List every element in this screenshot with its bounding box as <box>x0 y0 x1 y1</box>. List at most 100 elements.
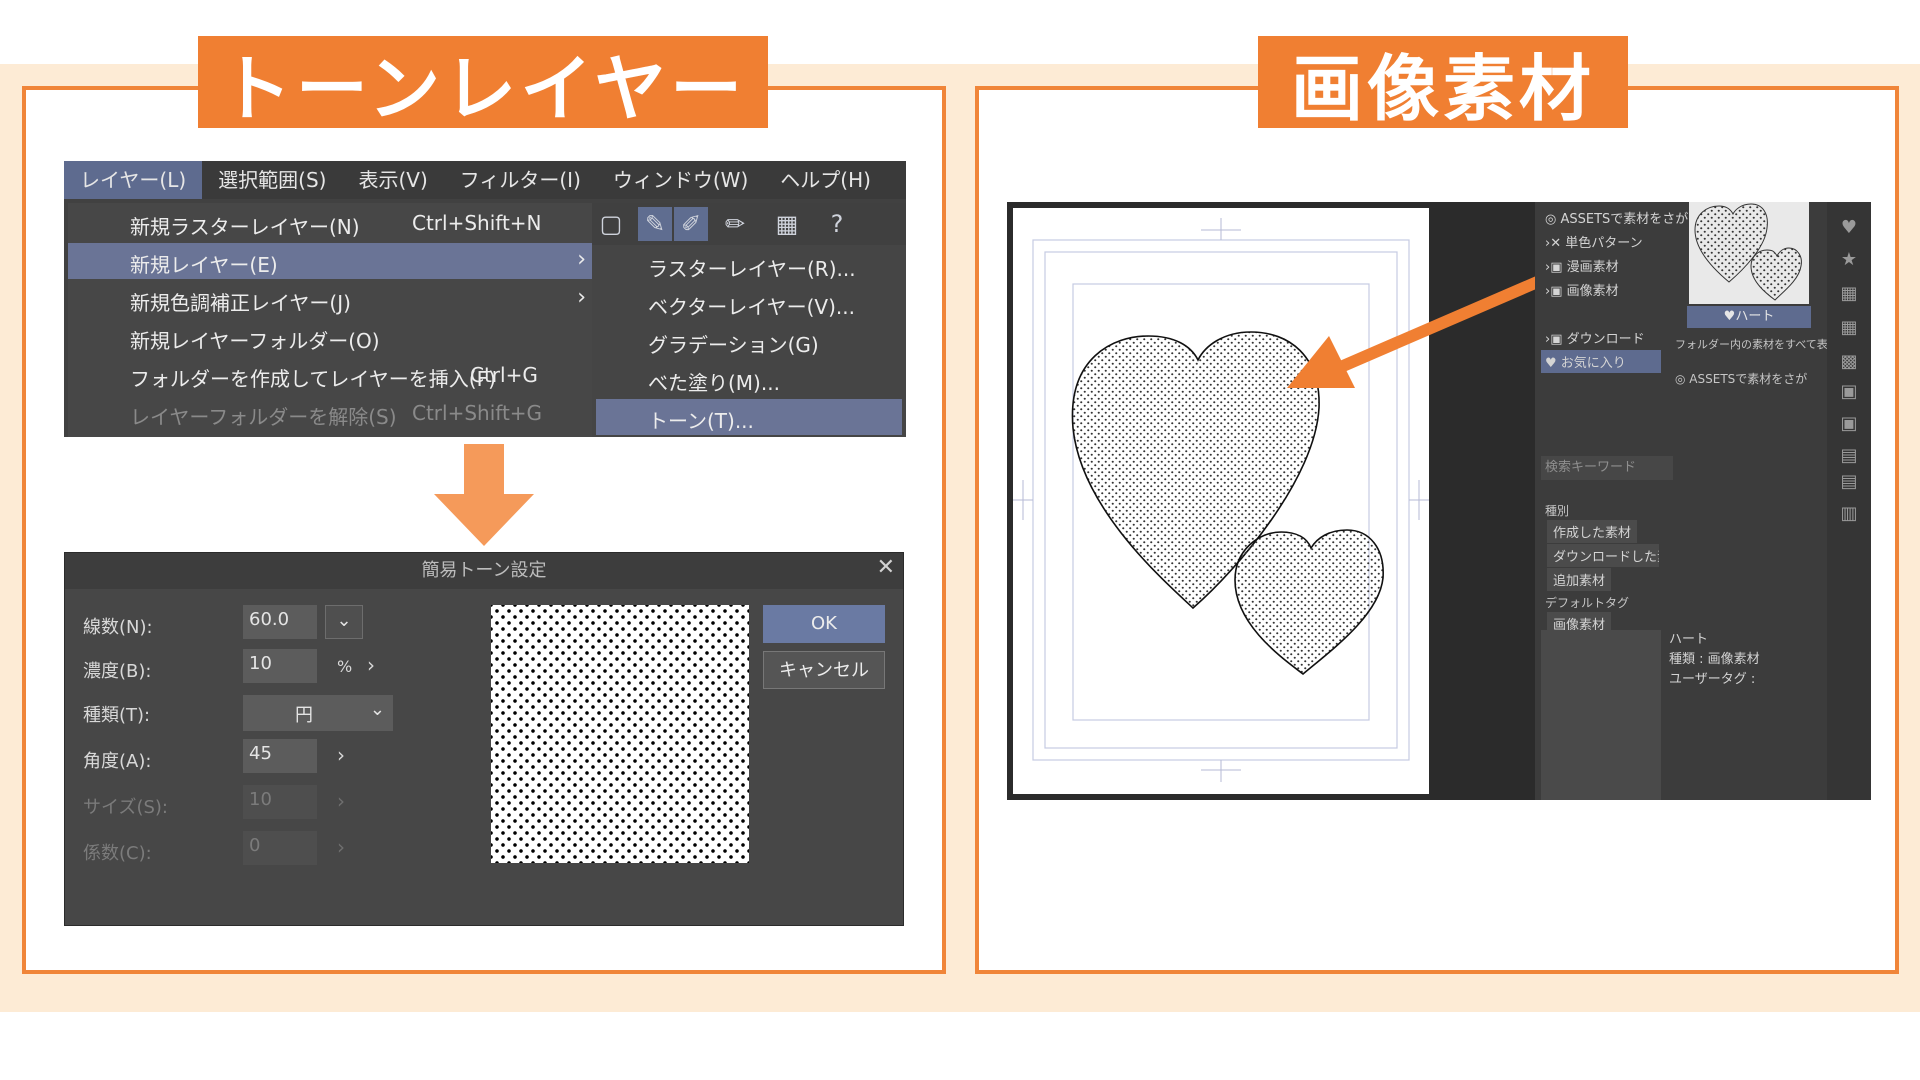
label-line-count: 線数(N): <box>83 617 153 638</box>
folder-icon: ›▣ <box>1545 284 1567 299</box>
default-tag-heading: デフォルトタグ <box>1545 596 1630 610</box>
close-icon[interactable]: ✕ <box>877 555 895 580</box>
chevron-right-icon: › <box>337 789 345 813</box>
dialog-title: 簡易トーン設定 <box>65 553 903 589</box>
folder-icon: ›▣ <box>1545 332 1567 347</box>
submenu-item-fill[interactable]: べた塗り(M)... <box>596 361 902 397</box>
menu-item-release-folder[interactable]: レイヤーフォルダーを解除(S) Ctrl+Shift+G <box>68 395 592 431</box>
detail-name: ハート <box>1669 632 1709 647</box>
menu-item-label: レイヤーフォルダーを解除(S) <box>130 405 397 429</box>
tree-item-label: 漫画素材 <box>1566 260 1619 275</box>
assets-icon: ◎ <box>1545 212 1561 227</box>
submenu-item-label: トーン(T)... <box>648 409 754 433</box>
assets-icon: ◎ <box>1675 372 1690 386</box>
layer-dropdown: 新規ラスターレイヤー(N) Ctrl+Shift+N 新規レイヤー(E) › 新… <box>68 203 592 437</box>
image-icon[interactable]: ▣ <box>1835 410 1863 438</box>
folder-icon[interactable]: ▤ <box>1835 442 1863 470</box>
heart-thumbnail-image <box>1694 203 1802 301</box>
menu-item-new-raster-layer[interactable]: 新規ラスターレイヤー(N) Ctrl+Shift+N <box>68 205 592 241</box>
tablet-icon[interactable]: ▦ <box>770 207 804 241</box>
menu-item-shortcut: Ctrl+Shift+N <box>412 211 542 235</box>
menu-filter[interactable]: フィルター(I) <box>444 161 597 199</box>
menu-item-shortcut: Ctrl+Shift+G <box>412 401 543 425</box>
favorite-icon[interactable]: ♥ <box>1835 214 1863 242</box>
tree-item-mono-pattern[interactable]: ›✕ 単色パターン <box>1545 232 1643 251</box>
kind-tag-downloaded[interactable]: ダウンロードした素材 <box>1547 544 1659 567</box>
tree-item-download[interactable]: ›▣ ダウンロード <box>1545 328 1645 347</box>
tree-item-image[interactable]: ›▣ 画像素材 <box>1545 280 1619 299</box>
grid-icon[interactable]: ▦ <box>1835 314 1863 342</box>
type-select[interactable]: 円 ⌄ <box>243 695 393 731</box>
menu-view[interactable]: 表示(V) <box>342 161 443 199</box>
tree-item-manga[interactable]: ›▣ 漫画素材 <box>1545 256 1619 275</box>
list-icon[interactable]: ▥ <box>1835 500 1863 528</box>
brush-icon[interactable]: ✐ <box>674 207 708 241</box>
tree-item-assets[interactable]: ◎ ASSETSで素材をさが <box>1545 208 1688 227</box>
folder-note: フォルダー内の素材をすべて表 <box>1675 338 1828 351</box>
layer-menu-screenshot: レイヤー(L) 選択範囲(S) 表示(V) フィルター(I) ウィンドウ(W) … <box>64 161 906 437</box>
down-arrow-icon <box>434 444 534 546</box>
heart-thumbnail[interactable] <box>1689 202 1809 304</box>
folder-icon[interactable]: ▤ <box>1835 468 1863 496</box>
submenu-item-label: グラデーション(G) <box>648 333 819 357</box>
chevron-right-icon[interactable]: › <box>337 743 345 767</box>
pattern-icon[interactable]: ▩ <box>1835 348 1863 376</box>
tree-item-label: お気に入り <box>1560 356 1626 371</box>
tool-strip: ▢ ✎ ✐ ✏ ▦ ? <box>592 203 906 245</box>
detail-user-tag: ユーザータグ : <box>1669 672 1756 687</box>
submenu-item-raster[interactable]: ラスターレイヤー(R)... <box>596 247 902 283</box>
menu-item-new-layer[interactable]: 新規レイヤー(E) › <box>68 243 592 279</box>
menu-selection[interactable]: 選択範囲(S) <box>202 161 342 199</box>
pointer-arrow-icon <box>1287 264 1571 388</box>
tree-item-favorites[interactable]: ♥ お気に入り <box>1541 350 1661 373</box>
cancel-button[interactable]: キャンセル <box>763 651 885 689</box>
label-coefficient: 係数(C): <box>83 843 152 864</box>
chevron-down-icon[interactable]: ⌄ <box>325 605 363 639</box>
grid-icon[interactable]: ▦ <box>1835 280 1863 308</box>
menu-item-label: 新規ラスターレイヤー(N) <box>130 215 360 239</box>
tree-item-label: 画像素材 <box>1566 284 1619 299</box>
menu-item-shortcut: Ctrl+G <box>470 363 538 387</box>
kind-tag-added[interactable]: 追加素材 <box>1547 568 1612 591</box>
type-select-value: 円 <box>295 705 313 726</box>
assets-link[interactable]: ◎ ASSETSで素材をさが <box>1675 370 1807 387</box>
density-field[interactable]: 10 <box>243 649 317 683</box>
submenu-item-gradient[interactable]: グラデーション(G) <box>596 323 902 359</box>
thumbnail-label: ♥ハート <box>1687 306 1811 328</box>
image-icon[interactable]: ▣ <box>1835 378 1863 406</box>
heart-icon: ♥ <box>1545 356 1561 371</box>
star-icon[interactable]: ★ <box>1835 246 1863 274</box>
left-panel-title: トーンレイヤー <box>198 36 768 131</box>
coefficient-field[interactable]: 0 <box>243 831 317 865</box>
kind-tag-created[interactable]: 作成した素材 <box>1547 520 1638 543</box>
chevron-right-icon[interactable]: › <box>367 653 375 677</box>
label-type: 種類(T): <box>83 705 151 726</box>
submenu-item-tone[interactable]: トーン(T)... <box>596 399 902 435</box>
search-input[interactable]: 検索キーワード <box>1541 456 1673 480</box>
line-count-field[interactable]: 60.0 <box>243 605 317 639</box>
ok-button[interactable]: OK <box>763 605 885 643</box>
chevron-right-icon: › <box>577 247 586 272</box>
help-icon[interactable]: ? <box>820 207 854 241</box>
layer-icon[interactable]: ▢ <box>594 207 628 241</box>
menu-item-new-layer-folder[interactable]: 新規レイヤーフォルダー(O) <box>68 319 592 355</box>
label-density: 濃度(B): <box>83 661 152 682</box>
menu-item-label: 新規色調補正レイヤー(J) <box>130 291 351 315</box>
menu-window[interactable]: ウィンドウ(W) <box>597 161 764 199</box>
folder-icon: ›✕ <box>1545 236 1566 251</box>
menu-layer[interactable]: レイヤー(L) <box>64 161 203 199</box>
chevron-right-icon: › <box>577 285 586 310</box>
ruler-pen-icon[interactable]: ✎ <box>638 207 672 241</box>
menu-item-create-folder-insert[interactable]: フォルダーを作成してレイヤーを挿入(F) Ctrl+G <box>68 357 592 393</box>
assets-link-label: ASSETSで素材をさが <box>1689 372 1808 386</box>
tree-item-label: ダウンロード <box>1566 332 1645 347</box>
pencil-icon[interactable]: ✏ <box>718 207 752 241</box>
menu-item-new-correction-layer[interactable]: 新規色調補正レイヤー(J) › <box>68 281 592 317</box>
menu-help[interactable]: ヘルプ(H) <box>764 161 887 199</box>
kind-heading: 種別 <box>1545 504 1570 518</box>
size-field[interactable]: 10 <box>243 785 317 819</box>
angle-field[interactable]: 45 <box>243 739 317 773</box>
submenu-item-vector[interactable]: ベクターレイヤー(V)... <box>596 285 902 321</box>
right-panel-title: 画像素材 <box>1258 36 1628 131</box>
side-icon-bar: ♥ ★ ▦ ▦ ▩ ▣ ▣ ▤ ▤ ▥ <box>1827 202 1871 800</box>
